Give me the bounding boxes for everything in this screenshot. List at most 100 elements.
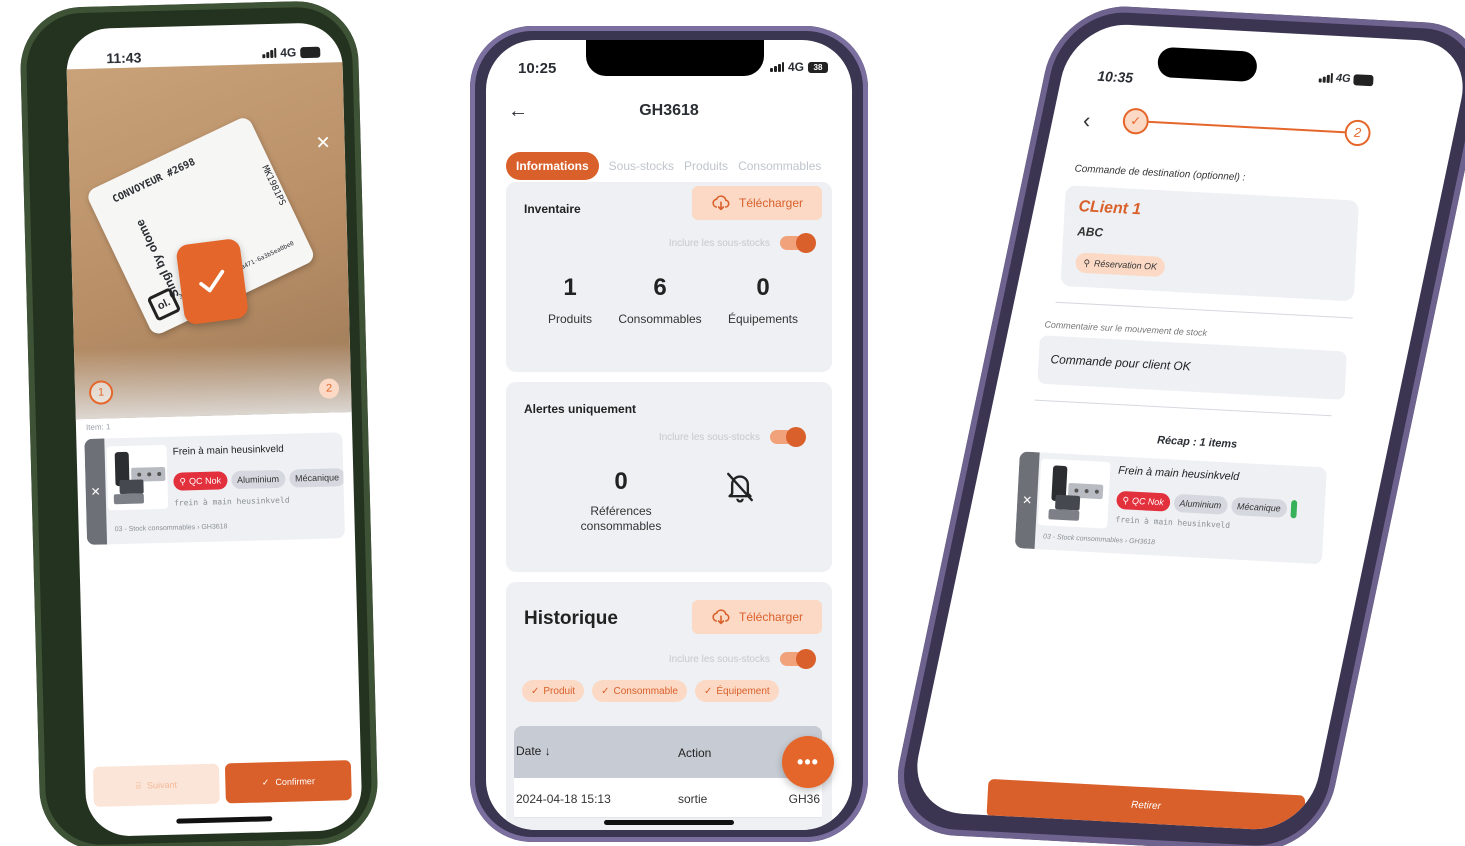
tab-informations[interactable]: Informations	[506, 152, 599, 180]
label-brand: Singl by olome	[132, 217, 183, 301]
product-image	[106, 444, 169, 511]
tab-sous-stocks[interactable]: Sous-stocks	[609, 159, 674, 173]
filter-produit[interactable]: ✓ Produit	[522, 680, 585, 702]
path-from: 03 - Stock consommables	[1042, 533, 1124, 545]
stat-value: 0	[756, 274, 770, 301]
alerts-heading: Alertes uniquement	[524, 402, 637, 416]
step-1-done[interactable]: ✓	[1122, 107, 1150, 135]
item-title: Frein à main heusinkveld	[1117, 464, 1240, 484]
close-icon[interactable]: ✕	[315, 132, 331, 153]
inventory-substock-toggle[interactable]	[780, 233, 816, 253]
dynamic-island	[1157, 46, 1258, 83]
check-icon: ✓	[703, 685, 713, 697]
cloud-download-icon	[712, 609, 730, 625]
more-actions-button[interactable]: •••	[782, 736, 834, 788]
signal-icon	[262, 47, 277, 59]
step-2[interactable]: 2	[318, 378, 340, 399]
column-action[interactable]: Action	[678, 746, 711, 760]
back-chevron-icon[interactable]: ‹	[1082, 107, 1092, 134]
path-to: GH3618	[1128, 537, 1156, 547]
header: ← GH3618	[486, 96, 852, 130]
scan-success-check-icon	[175, 237, 250, 326]
more-horizontal-icon: •••	[797, 751, 819, 772]
filter-label: Consommable	[613, 685, 678, 697]
bottom-actions: ⌸ Suivant ✓ Confirmer	[92, 760, 352, 807]
network-label: 4G	[787, 60, 804, 74]
stepper: ✓ 2	[1122, 105, 1372, 148]
step-2[interactable]: 2	[1344, 119, 1372, 147]
item-description: frein à main heusinkveld	[1115, 514, 1231, 531]
status-time: 10:35	[1097, 67, 1134, 86]
path-from: 03 - Stock consommables	[114, 524, 196, 534]
reservation-badge: ⚲ Réservation OK	[1075, 252, 1166, 278]
check-icon: ✓	[601, 685, 610, 697]
client-card[interactable]: CLient 1 ABC ⚲ Réservation OK	[1060, 185, 1359, 302]
remove-item-icon[interactable]: ✕	[84, 438, 108, 545]
item-tags: ⚲ QC Nok Aluminium Mécanique	[1116, 490, 1297, 519]
inventory-download-button[interactable]: Télécharger	[692, 186, 822, 220]
tab-bar: Informations Sous-stocks Produits Consom…	[506, 150, 821, 182]
status-network: 4G	[262, 45, 321, 61]
tab-consommables[interactable]: Consommables	[738, 159, 821, 173]
step-1[interactable]: 1	[88, 380, 114, 405]
cloud-download-icon	[712, 195, 730, 211]
reservation-label: Réservation OK	[1093, 258, 1158, 272]
divider	[1034, 399, 1332, 417]
confirm-button[interactable]: ✓ Confirmer	[224, 760, 352, 804]
battery-icon	[1353, 73, 1374, 86]
comment-input[interactable]: Commande pour client OK	[1037, 335, 1347, 400]
history-toggle-label: Inclure les sous-stocks	[668, 653, 770, 665]
tag-qc: ⚲ QC Nok	[173, 471, 228, 491]
tag-material: Aluminium	[1173, 493, 1228, 515]
sort-down-icon: ↓	[544, 744, 551, 758]
history-download-button[interactable]: Télécharger	[692, 600, 822, 634]
tag-category: Mécanique	[1230, 496, 1288, 518]
battery-icon	[300, 46, 321, 58]
filter-consommable[interactable]: ✓ Consommable	[592, 680, 687, 702]
history-substock-toggle-row: Inclure les sous-stocks	[668, 649, 816, 669]
chevron-right-icon: ›	[1124, 537, 1128, 545]
home-indicator	[176, 816, 273, 824]
tab-produits[interactable]: Produits	[684, 159, 728, 173]
next-button[interactable]: ⌸ Suivant	[92, 763, 220, 807]
filter-equipement[interactable]: ✓ Équipement	[694, 680, 779, 702]
stat-value: 1	[563, 274, 577, 301]
recap-item-card[interactable]: ✕ Frein à main heusinkveld ⚲ QC Nok Alumi…	[1014, 451, 1327, 565]
column-date[interactable]: Date ↓	[516, 744, 551, 758]
home-indicator	[604, 820, 734, 825]
stat-label: Équipements	[727, 312, 799, 326]
stat-value: 6	[653, 274, 667, 301]
item-description: frein à main heusinkveld	[173, 495, 290, 508]
stepper-line	[1144, 120, 1349, 134]
alerts-substock-toggle-row: Inclure les sous-stocks	[659, 427, 806, 447]
client-code: ABC	[1076, 224, 1104, 240]
divider	[1055, 301, 1353, 319]
row-action: sortie	[678, 792, 708, 806]
label-code-side: MK1981PS	[259, 164, 287, 208]
phone-scan-screen: 11:43 4G CONVOYEUR #2698 Singl by olome …	[19, 0, 379, 846]
history-filters: ✓ Produit ✓ Consommable ✓ Équipement	[522, 680, 779, 702]
table-row[interactable]: 2024-04-18 15:13 sortie GH36	[514, 778, 822, 818]
alerts-substock-toggle[interactable]	[770, 427, 806, 447]
check-icon: ✓	[261, 776, 270, 787]
network-label: 4G	[280, 45, 297, 60]
tag-qc-label: QC Nok	[1131, 495, 1165, 508]
stat-produits: 1 Produits	[540, 274, 600, 326]
phone3-screen: 10:35 4G ‹ ✓ 2 Commande de destination (…	[906, 21, 1465, 833]
page-title: GH3618	[639, 102, 699, 119]
tag-overflow	[1290, 499, 1297, 519]
label-line: CONVOYEUR #2698	[110, 156, 198, 206]
inventory-toggle-label: Inclure les sous-stocks	[668, 237, 770, 249]
network-label: 4G	[1335, 72, 1351, 86]
scanned-item-card[interactable]: ✕ Frein à main heusinkveld ⚲ QC Nok Alumi…	[84, 432, 345, 545]
remove-item-icon[interactable]: ✕	[1014, 451, 1040, 550]
stat-equipements: 0 Équipements	[718, 274, 808, 326]
filter-label: Équipement	[716, 685, 770, 697]
history-substock-toggle[interactable]	[780, 649, 816, 669]
table-header: Date ↓ Action	[514, 726, 822, 778]
recap-heading: Récap : 1 items	[1156, 434, 1238, 451]
client-name: CLient 1	[1078, 197, 1142, 219]
tag-qc-label: QC Nok	[188, 475, 222, 487]
tag-qc: ⚲ QC Nok	[1116, 490, 1171, 512]
stat-consommables: 6 Consommables	[610, 274, 710, 326]
